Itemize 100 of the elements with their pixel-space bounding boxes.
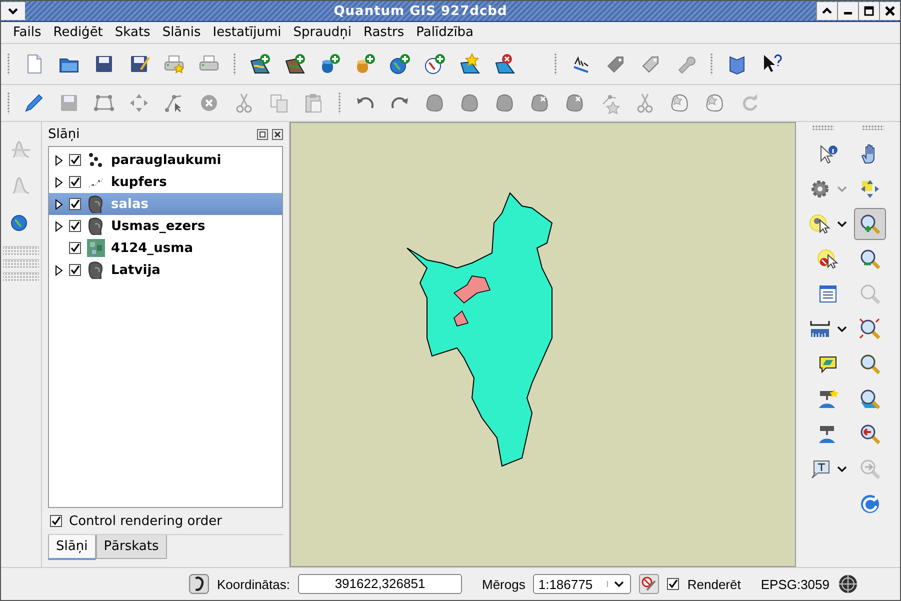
gear-icon[interactable] [809, 178, 831, 200]
map-remove-icon[interactable] [494, 53, 516, 75]
zoom-last-icon[interactable] [859, 422, 881, 444]
layer-checkbox[interactable] [69, 220, 81, 232]
layer-row[interactable]: Usmas_ezers [49, 215, 282, 237]
zoom-full-icon[interactable] [859, 318, 881, 340]
star-map-icon[interactable] [459, 53, 481, 75]
printer-star-icon[interactable] [163, 53, 185, 75]
expand-arrow-icon[interactable] [55, 154, 63, 166]
globe-add-icon[interactable] [389, 53, 411, 75]
layer-row[interactable]: 4124_usma [49, 237, 282, 259]
scale-label: Mērogs [482, 576, 526, 592]
island-polygon [454, 310, 469, 326]
globe-add-icon[interactable] [424, 53, 446, 75]
menu-item[interactable]: Rediģēt [47, 25, 109, 40]
pencil-icon[interactable] [23, 92, 45, 114]
checkbox[interactable] [50, 515, 62, 527]
polygon-icon [87, 261, 105, 279]
layer-checkbox[interactable] [69, 198, 81, 210]
dropdown-caret-icon[interactable] [837, 326, 847, 332]
blob-star-icon[interactable] [704, 92, 726, 114]
menu-item[interactable]: Iestatījumi [206, 25, 288, 40]
projection-icon[interactable] [838, 574, 858, 594]
zoom-in-icon[interactable] [859, 212, 881, 234]
menu-item[interactable]: Spraudņi [287, 25, 358, 40]
caret-icon[interactable] [7, 5, 19, 17]
expand-arrow-icon[interactable] [55, 176, 63, 188]
polygon-icon [87, 195, 105, 213]
layer-checkbox[interactable] [69, 264, 81, 276]
layer-name: Usmas_ezers [111, 218, 206, 234]
layer-row[interactable]: kupfers [49, 171, 282, 193]
refresh-icon[interactable] [859, 492, 881, 514]
blob-icon[interactable] [459, 92, 481, 114]
expand-arrow-icon[interactable] [55, 220, 63, 232]
float-icon[interactable] [257, 128, 268, 140]
expand-arrow-icon[interactable] [55, 198, 63, 210]
blob-icon[interactable] [494, 92, 516, 114]
shade-button[interactable] [816, 2, 837, 20]
coordinates-field[interactable]: 391622,326851 [298, 574, 462, 594]
vector-add-icon[interactable] [249, 53, 271, 75]
dropdown-caret-icon[interactable] [837, 466, 847, 472]
layer-checkbox[interactable] [69, 242, 81, 254]
toolbar-handle[interactable] [3, 246, 39, 255]
menu-item[interactable]: Rastrs [357, 25, 410, 40]
home-globe-icon[interactable] [817, 388, 839, 410]
menu-item[interactable]: Skats [108, 25, 156, 40]
tab[interactable]: Slāņi [48, 535, 96, 560]
zoom-layer-icon[interactable] [859, 388, 881, 410]
expand-arrow-icon[interactable] [55, 264, 63, 276]
menu-item[interactable]: Fails [7, 25, 48, 40]
raster-add-icon[interactable] [284, 53, 306, 75]
render-checkbox[interactable] [667, 578, 680, 590]
close-icon[interactable] [272, 128, 283, 140]
coordinates-label: Koordinātas: [217, 576, 290, 592]
floppy-pencil-icon[interactable] [128, 53, 150, 75]
points-icon [87, 151, 105, 169]
database-add-icon[interactable] [354, 53, 376, 75]
layer-name: salas [111, 196, 148, 212]
maximize-button[interactable] [858, 2, 879, 20]
dropdown-caret-icon[interactable] [837, 220, 847, 226]
maximize-icon[interactable] [863, 5, 875, 17]
help-icon[interactable] [761, 53, 783, 75]
pan-arrows-icon[interactable] [859, 178, 881, 200]
menu-item[interactable]: Palīdzība [410, 25, 480, 40]
window-menu-button[interactable] [1, 2, 25, 20]
toolbar-handle[interactable] [3, 272, 39, 281]
crs-label[interactable]: EPSG:3059 [760, 576, 830, 592]
move-arrows-icon[interactable] [128, 92, 150, 114]
raster-icon [87, 239, 105, 257]
tab[interactable]: Pārskats [96, 535, 167, 559]
table-icon[interactable] [817, 282, 839, 304]
stop-render-icon[interactable] [639, 574, 660, 594]
blob-delete-icon[interactable] [529, 92, 551, 114]
layer-checkbox[interactable] [69, 154, 81, 166]
menu-item[interactable]: Slānis [156, 25, 207, 40]
window-title: Quantum GIS 927dcbd [332, 4, 508, 18]
deselect-cursor-icon[interactable] [817, 248, 839, 270]
layer-row[interactable]: parauglaukumi [49, 149, 282, 171]
blob-star-icon[interactable] [669, 92, 691, 114]
blob-delete-icon[interactable] [564, 92, 586, 114]
database-add-icon[interactable] [319, 53, 341, 75]
panel-title: Slāņi [48, 126, 80, 142]
toolbar-handle[interactable] [3, 259, 39, 268]
render-label: Renderēt [687, 576, 741, 592]
layer-name: parauglaukumi [111, 152, 222, 168]
close-button[interactable] [879, 2, 900, 20]
layer-name: 4124_usma [111, 240, 193, 256]
zoom-selection-icon[interactable] [859, 352, 881, 374]
layer-row[interactable]: Latvija [49, 259, 282, 281]
text-callout-icon[interactable] [809, 458, 831, 480]
polygon-nodes-icon[interactable] [93, 92, 115, 114]
scale-combo[interactable]: 1:186775 [533, 574, 632, 594]
select-cursor-icon[interactable] [809, 212, 831, 234]
layer-checkbox[interactable] [69, 176, 81, 188]
zoom-out-icon[interactable] [859, 248, 881, 270]
close-icon[interactable] [884, 5, 896, 17]
blob-icon[interactable] [424, 92, 446, 114]
layer-name: Latvija [111, 262, 160, 278]
minimize-button[interactable] [837, 2, 858, 20]
layer-name: kupfers [111, 174, 167, 190]
